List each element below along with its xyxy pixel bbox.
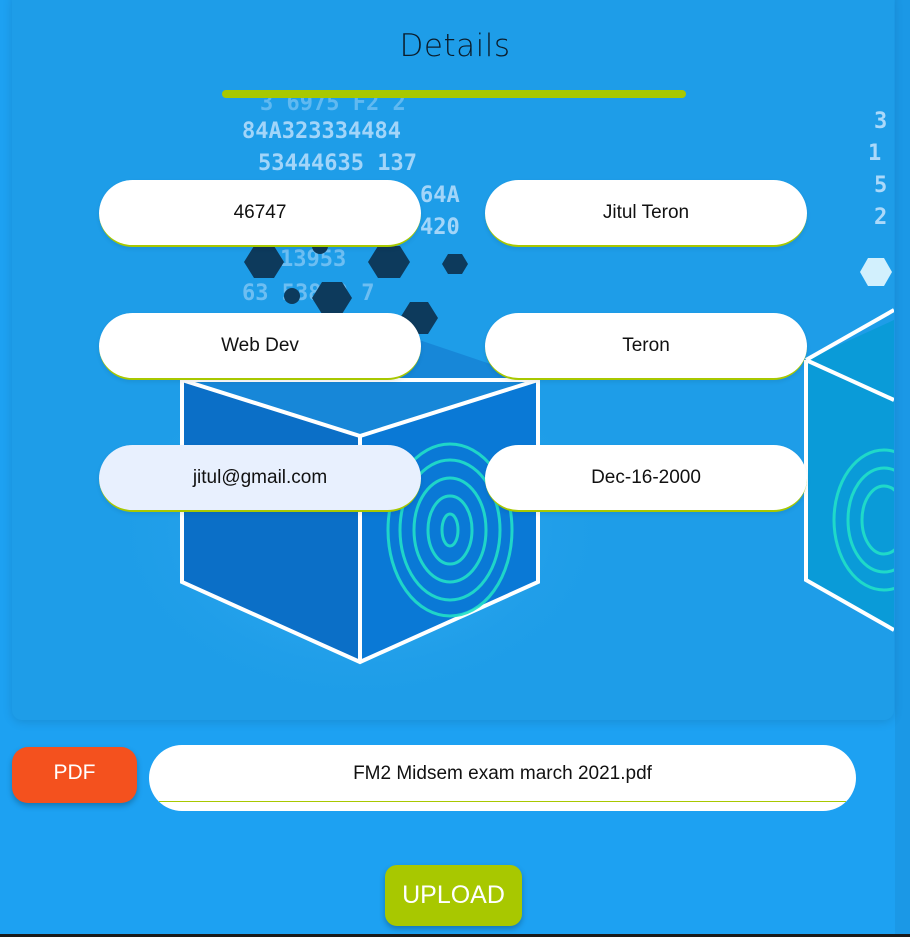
svg-text:420: 420: [420, 215, 460, 240]
svg-text:3: 3: [874, 109, 887, 134]
upload-page: 3 6975 F2 2 84A323334484 53444635 137 64…: [0, 0, 910, 937]
full-name-field[interactable]: Jitul Teron: [485, 180, 807, 247]
email-field[interactable]: jitul@gmail.com: [99, 445, 421, 512]
dob-field[interactable]: Dec-16-2000: [485, 445, 807, 512]
svg-text:84A323334484: 84A323334484: [242, 119, 401, 144]
svg-text:63 53820 7: 63 53820 7: [242, 281, 374, 306]
code-pattern-right: 3 1 A 5 2: [868, 109, 894, 230]
file-name-text: FM2 Midsem exam march 2021.pdf: [353, 763, 652, 784]
department-field[interactable]: Web Dev: [99, 313, 421, 380]
page-edge: [895, 0, 910, 937]
page-title: Details: [399, 28, 511, 64]
svg-text:53444635 137: 53444635 137: [258, 151, 417, 176]
title-underline: [222, 90, 686, 98]
upload-button[interactable]: UPLOAD: [385, 865, 522, 926]
svg-text:1 A: 1 A: [868, 141, 894, 166]
pdf-button[interactable]: PDF: [12, 747, 137, 803]
id-field[interactable]: 46747: [99, 180, 421, 247]
surname-field[interactable]: Teron: [485, 313, 807, 380]
file-name-field[interactable]: FM2 Midsem exam march 2021.pdf: [149, 745, 856, 811]
svg-text:2: 2: [874, 205, 887, 230]
svg-text:13953: 13953: [280, 247, 346, 272]
svg-text:5: 5: [874, 173, 887, 198]
file-name-underline: [159, 801, 846, 802]
svg-text:64A: 64A: [420, 183, 460, 208]
